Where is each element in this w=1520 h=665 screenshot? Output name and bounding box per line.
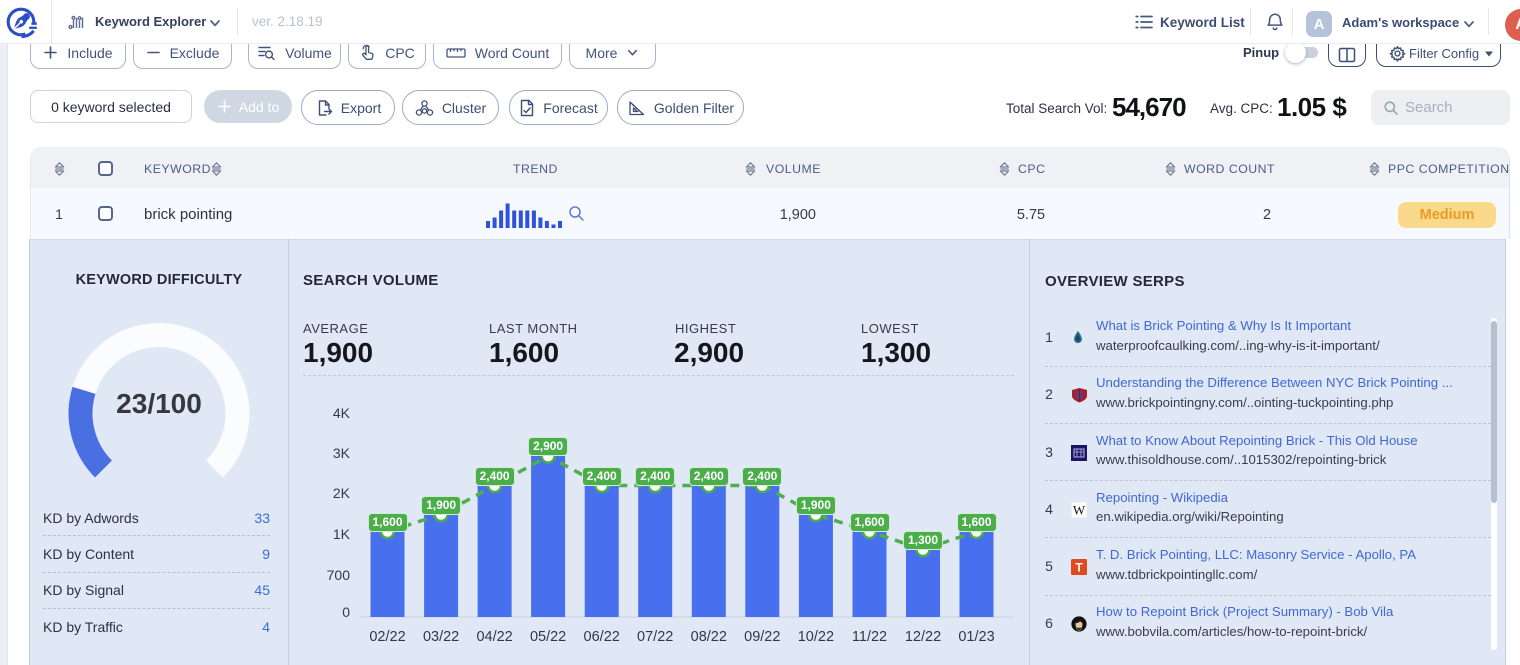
svg-text:W: W	[1073, 502, 1086, 517]
svg-text:T: T	[1075, 561, 1083, 575]
